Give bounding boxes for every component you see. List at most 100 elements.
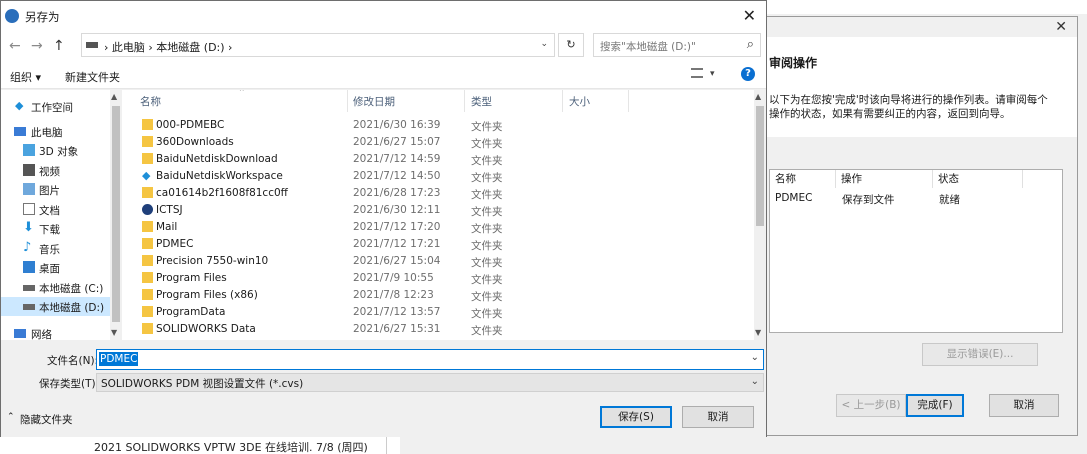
- chevron-down-icon[interactable]: ⌄: [751, 376, 759, 387]
- filename-field[interactable]: PDMEC ⌄: [96, 349, 764, 370]
- column-divider[interactable]: [347, 90, 348, 112]
- address-bar[interactable]: › 此电脑 › 本地磁盘 (D:) › ⌄: [81, 33, 555, 57]
- chevron-up-icon[interactable]: ⌃: [7, 412, 15, 422]
- file-row[interactable]: BaiduNetdiskDownload 2021/7/12 14:59 文件夹: [122, 151, 754, 168]
- wizard-header: [767, 37, 1077, 137]
- music-icon: ♪: [23, 240, 32, 255]
- drive-icon: [23, 285, 35, 291]
- scrollbar-thumb[interactable]: [756, 106, 764, 226]
- file-row[interactable]: Program Files 2021/7/9 10:55 文件夹: [122, 270, 754, 287]
- finish-button[interactable]: 完成(F): [906, 394, 964, 417]
- file-scrollbar[interactable]: ▲ ▼: [754, 90, 766, 340]
- scroll-up-icon[interactable]: ▲: [755, 92, 761, 101]
- nav-item-pictures[interactable]: 图片: [1, 180, 111, 199]
- cancel-button[interactable]: 取消: [682, 406, 754, 428]
- column-header-date[interactable]: 修改日期: [353, 94, 395, 109]
- chevron-down-icon[interactable]: ⌄: [751, 352, 759, 363]
- column-divider[interactable]: [562, 90, 563, 112]
- scroll-down-icon[interactable]: ▼: [111, 328, 117, 337]
- nav-item-this-pc[interactable]: 此电脑: [1, 122, 111, 141]
- scrollbar-thumb[interactable]: [112, 106, 120, 322]
- hide-folders-button[interactable]: 隐藏文件夹: [20, 412, 73, 427]
- breadcrumb[interactable]: › 此电脑 › 本地磁盘 (D:) ›: [104, 39, 232, 55]
- file-row[interactable]: ca01614b2f1608f81cc0ff 2021/6/28 17:23 文件夹: [122, 185, 754, 202]
- sort-up-icon: ⌃: [238, 90, 246, 98]
- operation-status-cell: 就绪: [939, 194, 960, 206]
- back-arrow-icon[interactable]: ←: [9, 38, 21, 54]
- operation-name-cell: PDMEC: [775, 192, 813, 204]
- file-row[interactable]: ◆ BaiduNetdiskWorkspace 2021/7/12 14:50 文件夹: [122, 168, 754, 185]
- refresh-icon[interactable]: ↻: [558, 33, 584, 57]
- nav-item-network[interactable]: 网络: [1, 324, 111, 340]
- file-row[interactable]: 000-PDMEBC 2021/6/30 16:39 文件夹: [122, 117, 754, 134]
- nav-item-desktop[interactable]: 桌面: [1, 258, 111, 277]
- nav-item-drive-c[interactable]: 本地磁盘 (C:): [1, 278, 111, 297]
- nav-item-drive-d[interactable]: 本地磁盘 (D:): [1, 297, 111, 316]
- filetype-label: 保存类型(T):: [39, 378, 100, 390]
- nav-item-3d-objects[interactable]: 3D 对象: [1, 141, 111, 160]
- column-divider[interactable]: [628, 90, 629, 112]
- save-button[interactable]: 保存(S): [600, 406, 672, 428]
- background-divider: [386, 437, 387, 454]
- column-header-size[interactable]: 大小: [569, 94, 590, 109]
- documents-icon: [23, 203, 35, 215]
- folder-icon: [142, 238, 153, 249]
- wizard-window: ✕ 审阅操作 以下为在您按'完成'时该向导将进行的操作列表。请审阅每个操作的状态…: [766, 16, 1078, 436]
- 3d-objects-icon: [23, 144, 35, 156]
- file-row[interactable]: 360Downloads 2021/6/27 15:07 文件夹: [122, 134, 754, 151]
- file-row[interactable]: SOLIDWORKS Data 2021/6/27 15:31 文件夹: [122, 321, 754, 338]
- file-list: 名称 ⌃ 修改日期 类型 大小 000-PDMEBC 2021/6/30 16:3…: [122, 90, 754, 340]
- network-icon: [14, 329, 26, 338]
- column-header-type[interactable]: 类型: [471, 94, 492, 109]
- wizard-cancel-button[interactable]: 取消: [989, 394, 1059, 417]
- file-row[interactable]: ProgramData 2021/7/12 13:57 文件夹: [122, 304, 754, 321]
- scroll-up-icon[interactable]: ▲: [111, 92, 117, 101]
- operation-action-cell: 保存到文件: [842, 194, 895, 206]
- view-options-icon[interactable]: [691, 68, 703, 78]
- filetype-select[interactable]: SOLIDWORKS PDM 视图设置文件 (*.cvs) ⌄: [96, 373, 764, 392]
- up-arrow-icon[interactable]: ↑: [53, 38, 65, 54]
- column-header-operation[interactable]: 操作: [836, 170, 933, 188]
- help-icon[interactable]: ?: [741, 67, 755, 81]
- search-icon[interactable]: ⌕: [747, 37, 754, 52]
- column-header-name[interactable]: 名称: [140, 94, 161, 109]
- folder-icon: [142, 272, 153, 283]
- file-row[interactable]: Precision 7550-win10 2021/6/27 15:04 文件夹: [122, 253, 754, 270]
- folder-icon: [142, 221, 153, 232]
- computer-icon: [14, 127, 26, 136]
- show-errors-button[interactable]: 显示错误(E)...: [922, 343, 1038, 366]
- file-row[interactable]: ICTSJ 2021/6/30 12:11 文件夹: [122, 202, 754, 219]
- nav-item-documents[interactable]: 文档: [1, 200, 111, 219]
- nav-item-video[interactable]: 视频: [1, 161, 111, 180]
- filetype-value: SOLIDWORKS PDM 视图设置文件 (*.cvs): [101, 378, 304, 390]
- close-icon[interactable]: ✕: [1055, 19, 1067, 35]
- operations-list[interactable]: 名称 操作 状态 PDMEC 保存到文件 就绪: [769, 169, 1063, 333]
- nav-item-music[interactable]: ♪ 音乐: [1, 239, 111, 258]
- navigation-pane: ◆ 工作空间 此电脑 3D 对象 视频 图片 文档 ⬇ 下载 ♪ 音乐 桌面 本地磁盘…: [1, 90, 122, 340]
- nav-item-downloads[interactable]: ⬇ 下载: [1, 219, 111, 238]
- file-row[interactable]: PDMEC 2021/7/12 17:21 文件夹: [122, 236, 754, 253]
- new-folder-button[interactable]: 新建文件夹: [65, 69, 120, 85]
- chevron-down-icon[interactable]: ⌄: [540, 39, 548, 49]
- folder-icon: [142, 119, 153, 130]
- file-row[interactable]: Mail 2021/7/12 17:20 文件夹: [122, 219, 754, 236]
- scroll-down-icon[interactable]: ▼: [755, 328, 761, 337]
- folder-icon: [142, 187, 153, 198]
- column-divider[interactable]: [464, 90, 465, 112]
- desktop-icon: [23, 261, 35, 273]
- forward-arrow-icon[interactable]: →: [31, 38, 43, 54]
- search-input[interactable]: 搜索"本地磁盘 (D:)" ⌕: [593, 33, 761, 57]
- column-header-name[interactable]: 名称: [770, 170, 836, 188]
- address-row: ← → ↑ › 此电脑 › 本地磁盘 (D:) › ⌄ ↻ 搜索"本地磁盘 (D…: [1, 31, 766, 61]
- close-icon[interactable]: ✕: [743, 6, 756, 25]
- file-row[interactable]: Program Files (x86) 2021/7/8 12:23 文件夹: [122, 287, 754, 304]
- folder-icon: [142, 153, 153, 164]
- nav-item-workspace[interactable]: ◆ 工作空间: [1, 97, 111, 116]
- chevron-down-icon[interactable]: ▾: [710, 69, 715, 79]
- folder-icon: [142, 289, 153, 300]
- column-header-status[interactable]: 状态: [933, 170, 1023, 188]
- organize-button[interactable]: 组织 ▾: [10, 69, 41, 85]
- filename-value: PDMEC: [99, 352, 139, 366]
- nav-scrollbar[interactable]: ▲ ▼: [110, 90, 122, 340]
- back-button[interactable]: < 上一步(B): [836, 394, 906, 417]
